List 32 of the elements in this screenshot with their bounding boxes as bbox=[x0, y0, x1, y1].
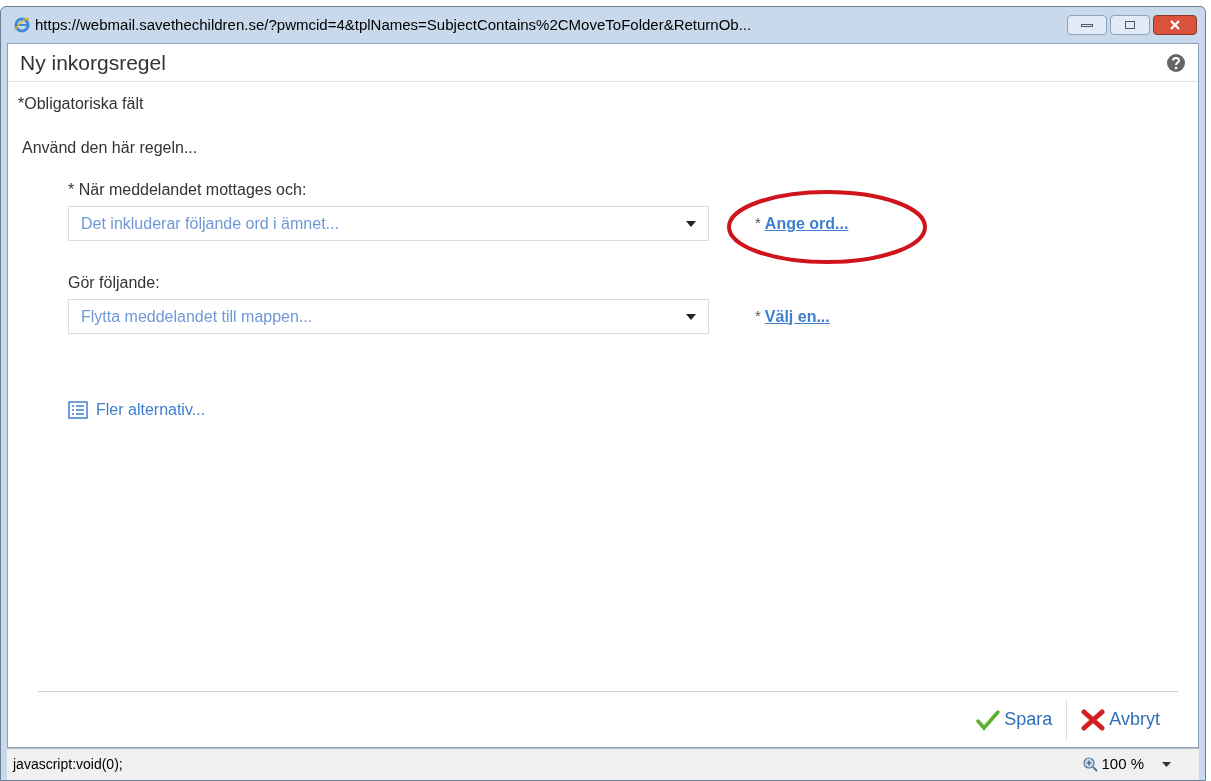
required-mark: * bbox=[755, 306, 761, 327]
maximize-icon bbox=[1125, 21, 1135, 29]
close-icon bbox=[1169, 20, 1181, 30]
cancel-button[interactable]: Avbryt bbox=[1077, 706, 1164, 733]
dropdown-caret-icon[interactable] bbox=[1162, 762, 1171, 767]
required-mark: * bbox=[755, 213, 761, 234]
list-icon bbox=[68, 401, 88, 419]
more-options-link[interactable]: Fler alternativ... bbox=[96, 398, 206, 422]
intro-text: Använd den här regeln... bbox=[22, 138, 199, 158]
help-icon[interactable] bbox=[1166, 52, 1186, 73]
dropdown-caret-icon bbox=[686, 220, 696, 227]
rule-dropdown[interactable]: Det inkluderar följande ord i ämnet... bbox=[68, 206, 709, 241]
dialog-title: Ny inkorgsregel bbox=[20, 49, 167, 76]
section-label: Gör följande: bbox=[68, 273, 161, 293]
rule-dropdown[interactable]: Flytta meddelandet till mappen... bbox=[68, 299, 709, 334]
dropdown-caret-icon bbox=[686, 313, 696, 320]
status-text: javascript:void(0); bbox=[13, 755, 124, 774]
save-button[interactable]: Spara bbox=[972, 706, 1057, 733]
window-url: https://webmail.savethechildren.se/?pwmcid=4&tplNames=SubjectContains%2CMoveToFolder&ReturnOb... bbox=[35, 14, 753, 35]
cross-icon bbox=[1081, 708, 1106, 731]
rule-link[interactable]: Ange ord... bbox=[764, 211, 849, 236]
zoom-level[interactable]: 100 % bbox=[1101, 753, 1144, 776]
close-button[interactable] bbox=[1153, 15, 1197, 35]
browser-icon bbox=[13, 16, 31, 34]
required-note: *Obligatoriska fält bbox=[18, 94, 145, 114]
zoom-icon bbox=[1083, 756, 1100, 773]
minimize-button[interactable] bbox=[1067, 15, 1107, 35]
section-label: * När meddelandet mottages och: bbox=[68, 180, 308, 200]
minimize-icon bbox=[1081, 23, 1093, 27]
maximize-button[interactable] bbox=[1110, 15, 1150, 35]
check-icon bbox=[976, 708, 1001, 731]
rule-link[interactable]: Välj en... bbox=[764, 304, 830, 329]
